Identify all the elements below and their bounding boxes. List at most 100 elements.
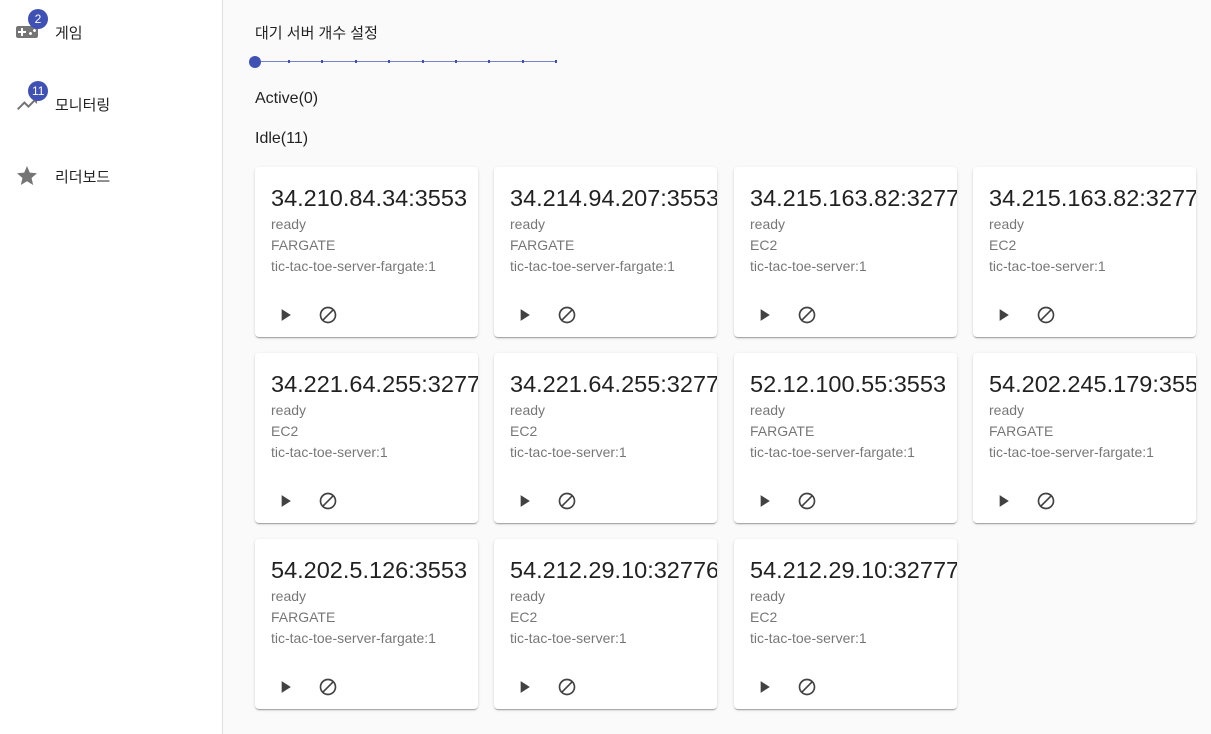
server-address: 54.202.5.126:3553 <box>271 557 468 583</box>
server-address: 54.202.245.179:3553 <box>989 371 1196 397</box>
server-card: 52.12.100.55:3553 ready FARGATE tic-tac-toe… <box>734 353 957 523</box>
play-button[interactable] <box>512 675 536 699</box>
nav-label-monitoring: 모니터링 <box>55 96 111 114</box>
server-card: 34.215.163.82:32777 ready EC2 tic-tac-toe-s… <box>973 167 1196 337</box>
server-launch-type: EC2 <box>510 423 538 439</box>
standby-count-slider[interactable] <box>249 55 557 69</box>
server-address: 34.221.64.255:32776 <box>271 371 478 397</box>
play-icon <box>760 309 770 321</box>
slider-mark <box>355 60 357 63</box>
server-address: 34.221.64.255:32777 <box>510 371 717 397</box>
play-button[interactable] <box>752 303 776 327</box>
server-launch-type: FARGATE <box>271 609 336 625</box>
block-icon <box>558 306 576 324</box>
play-icon <box>760 681 770 693</box>
block-button[interactable] <box>795 489 819 513</box>
server-card: 54.202.245.179:3553 ready FARGATE tic-tac-t… <box>973 353 1196 523</box>
nav-item-monitoring[interactable]: 11 모니터링 <box>0 80 222 128</box>
block-button[interactable] <box>795 303 819 327</box>
server-status: ready <box>271 402 307 418</box>
server-task-definition: tic-tac-toe-server-fargate:1 <box>750 444 915 460</box>
play-button[interactable] <box>752 489 776 513</box>
block-icon <box>319 492 337 510</box>
server-task-definition: tic-tac-toe-server:1 <box>510 444 627 460</box>
play-icon <box>999 309 1009 321</box>
block-button[interactable] <box>1034 489 1058 513</box>
block-button[interactable] <box>316 675 340 699</box>
server-status: ready <box>271 216 307 232</box>
play-button[interactable] <box>512 303 536 327</box>
server-address: 34.210.84.34:3553 <box>271 185 468 211</box>
play-button[interactable] <box>273 489 297 513</box>
active-section-title: Active(0) <box>255 90 319 107</box>
server-card: 54.212.29.10:32777 ready EC2 tic-tac-toe-se… <box>734 539 957 709</box>
play-icon <box>281 681 291 693</box>
server-status: ready <box>271 588 307 604</box>
server-address: 54.212.29.10:32777 <box>750 557 957 583</box>
block-icon <box>319 306 337 324</box>
play-button[interactable] <box>991 303 1015 327</box>
server-launch-type: EC2 <box>271 423 299 439</box>
play-icon <box>999 495 1009 507</box>
block-button[interactable] <box>1034 303 1058 327</box>
server-status: ready <box>750 216 786 232</box>
nav-item-leaderboard[interactable]: 리더보드 <box>0 152 222 200</box>
play-button[interactable] <box>752 675 776 699</box>
server-task-definition: tic-tac-toe-server:1 <box>750 258 867 274</box>
block-button[interactable] <box>555 303 579 327</box>
server-status: ready <box>510 216 546 232</box>
slider-mark <box>555 60 557 63</box>
block-button[interactable] <box>555 675 579 699</box>
server-launch-type: FARGATE <box>510 237 575 253</box>
server-task-definition: tic-tac-toe-server-fargate:1 <box>989 444 1154 460</box>
play-button[interactable] <box>273 303 297 327</box>
block-icon <box>798 306 816 324</box>
server-address: 54.212.29.10:32776 <box>510 557 717 583</box>
nav-item-game[interactable]: 2 게임 <box>0 8 222 56</box>
block-icon <box>1037 492 1055 510</box>
server-task-definition: tic-tac-toe-server-fargate:1 <box>271 258 436 274</box>
block-button[interactable] <box>555 489 579 513</box>
server-card: 34.215.163.82:32776 ready EC2 tic-tac-toe-s… <box>734 167 957 337</box>
slider-rail <box>255 61 557 62</box>
server-launch-type: EC2 <box>510 609 538 625</box>
block-button[interactable] <box>316 489 340 513</box>
play-button[interactable] <box>273 675 297 699</box>
play-icon <box>520 309 530 321</box>
slider-mark <box>522 60 524 63</box>
server-status: ready <box>750 588 786 604</box>
block-button[interactable] <box>316 303 340 327</box>
block-button[interactable] <box>795 675 819 699</box>
slider-mark <box>422 60 424 63</box>
slider-mark <box>321 60 323 63</box>
slider-thumb[interactable] <box>249 56 261 68</box>
server-card: 34.214.94.207:3553 ready FARGATE tic-tac-to… <box>494 167 717 337</box>
play-button[interactable] <box>991 489 1015 513</box>
server-status: ready <box>510 588 546 604</box>
server-status: ready <box>750 402 786 418</box>
trending-up-icon: 11 <box>15 81 49 116</box>
block-icon <box>558 678 576 696</box>
server-launch-type: EC2 <box>989 237 1017 253</box>
block-icon <box>558 492 576 510</box>
play-icon <box>520 495 530 507</box>
star-icon <box>15 164 39 188</box>
server-launch-type: FARGATE <box>750 423 815 439</box>
slider-mark <box>288 60 290 63</box>
server-launch-type: FARGATE <box>271 237 336 253</box>
server-address: 52.12.100.55:3553 <box>750 371 947 397</box>
slider-mark <box>488 60 490 63</box>
server-card: 34.221.64.255:32776 ready EC2 tic-tac-toe-s… <box>255 353 478 523</box>
server-address: 34.215.163.82:32777 <box>989 185 1196 211</box>
play-icon <box>760 495 770 507</box>
slider-mark <box>455 60 457 63</box>
slider-mark <box>388 60 390 63</box>
server-task-definition: tic-tac-toe-server:1 <box>510 630 627 646</box>
play-button[interactable] <box>512 489 536 513</box>
server-launch-type: EC2 <box>750 237 778 253</box>
server-card: 54.202.5.126:3553 ready FARGATE tic-tac-toe… <box>255 539 478 709</box>
idle-section-title: Idle(11) <box>255 130 309 147</box>
server-task-definition: tic-tac-toe-server-fargate:1 <box>510 258 675 274</box>
main-content: 대기 서버 개수 설정 Active(0) Idle(11) 34.210.84… <box>223 0 1211 734</box>
server-launch-type: FARGATE <box>989 423 1054 439</box>
